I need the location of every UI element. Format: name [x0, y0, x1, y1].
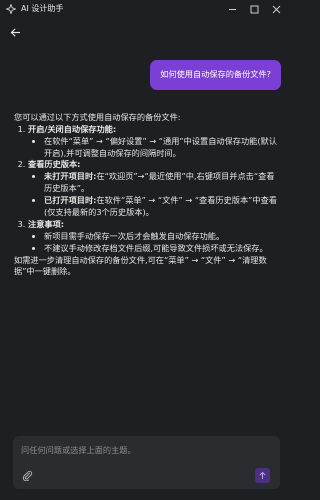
chat-toolbar [0, 18, 293, 46]
arrow-left-icon[interactable] [8, 25, 22, 39]
section-items: 在软件“菜单” → “偏好设置” → “通用”中设置自动保存功能(默认开启),并… [28, 136, 279, 160]
arrow-up-icon [259, 471, 266, 479]
answer-outro: 如需进一步清理自动保存的备份文件,可在“菜单” → “文件” → “清理数据”中… [14, 254, 267, 277]
send-button[interactable] [255, 468, 270, 483]
paperclip-icon[interactable] [22, 470, 33, 482]
section-items: 未打开项目时:在“欢迎页”→“最近使用”中,右键项目并点击“查看历史版本”。 已… [28, 171, 279, 219]
section-item: 未打开项目时:在“欢迎页”→“最近使用”中,右键项目并点击“查看历史版本”。 [44, 171, 279, 195]
close-button[interactable] [265, 0, 287, 18]
answer-section: 注意事项: 新项目需手动保存一次后才会触发自动保存功能。 不建议手动修改存档文件… [28, 219, 279, 255]
answer-intro: 您可以通过以下方式使用自动保存的备份文件: [14, 111, 181, 122]
section-title: 注意事项: [28, 218, 65, 229]
window-controls [221, 0, 287, 18]
section-item: 在软件“菜单” → “偏好设置” → “通用”中设置自动保存功能(默认开启),并… [44, 136, 279, 160]
minimize-button[interactable] [221, 0, 243, 18]
title-bar: AI 设计助手 [0, 0, 293, 18]
answer-section: 查看历史版本: 未打开项目时:在“欢迎页”→“最近使用”中,右键项目并点击“查看… [28, 159, 279, 218]
window-title: AI 设计助手 [21, 4, 64, 14]
message-input[interactable]: 问任何问题或选择上面的主题。 [21, 445, 136, 457]
item-lead: 已打开项目时: [44, 195, 97, 206]
item-lead: 未打开项目时: [44, 171, 97, 182]
section-item: 已打开项目时:在软件“菜单” → “文件” → “查看历史版本”中查看(仅支持最… [44, 195, 279, 219]
app-logo-icon [6, 4, 16, 14]
answer-section: 开启/关闭自动保存功能: 在软件“菜单” → “偏好设置” → “通用”中设置自… [28, 124, 279, 160]
assistant-answer: 您可以通过以下方式使用自动保存的备份文件: 开启/关闭自动保存功能: 在软件“菜… [0, 112, 293, 278]
answer-steps: 开启/关闭自动保存功能: 在软件“菜单” → “偏好设置” → “通用”中设置自… [14, 124, 279, 255]
section-title: 查看历史版本: [28, 159, 81, 170]
section-items: 新项目需手动保存一次后才会触发自动保存功能。 不建议手动修改存档文件后缀,可能导… [28, 231, 279, 255]
section-item: 不建议手动修改存档文件后缀,可能导致文件损坏或无法保存。 [44, 243, 279, 255]
user-message-bubble: 如何使用自动保存的备份文件? [150, 60, 281, 90]
message-composer[interactable]: 问任何问题或选择上面的主题。 [13, 436, 280, 489]
maximize-button[interactable] [243, 0, 265, 18]
user-message-row: 如何使用自动保存的备份文件? [0, 60, 293, 90]
section-item: 新项目需手动保存一次后才会触发自动保存功能。 [44, 231, 279, 243]
section-title: 开启/关闭自动保存功能: [28, 123, 117, 134]
